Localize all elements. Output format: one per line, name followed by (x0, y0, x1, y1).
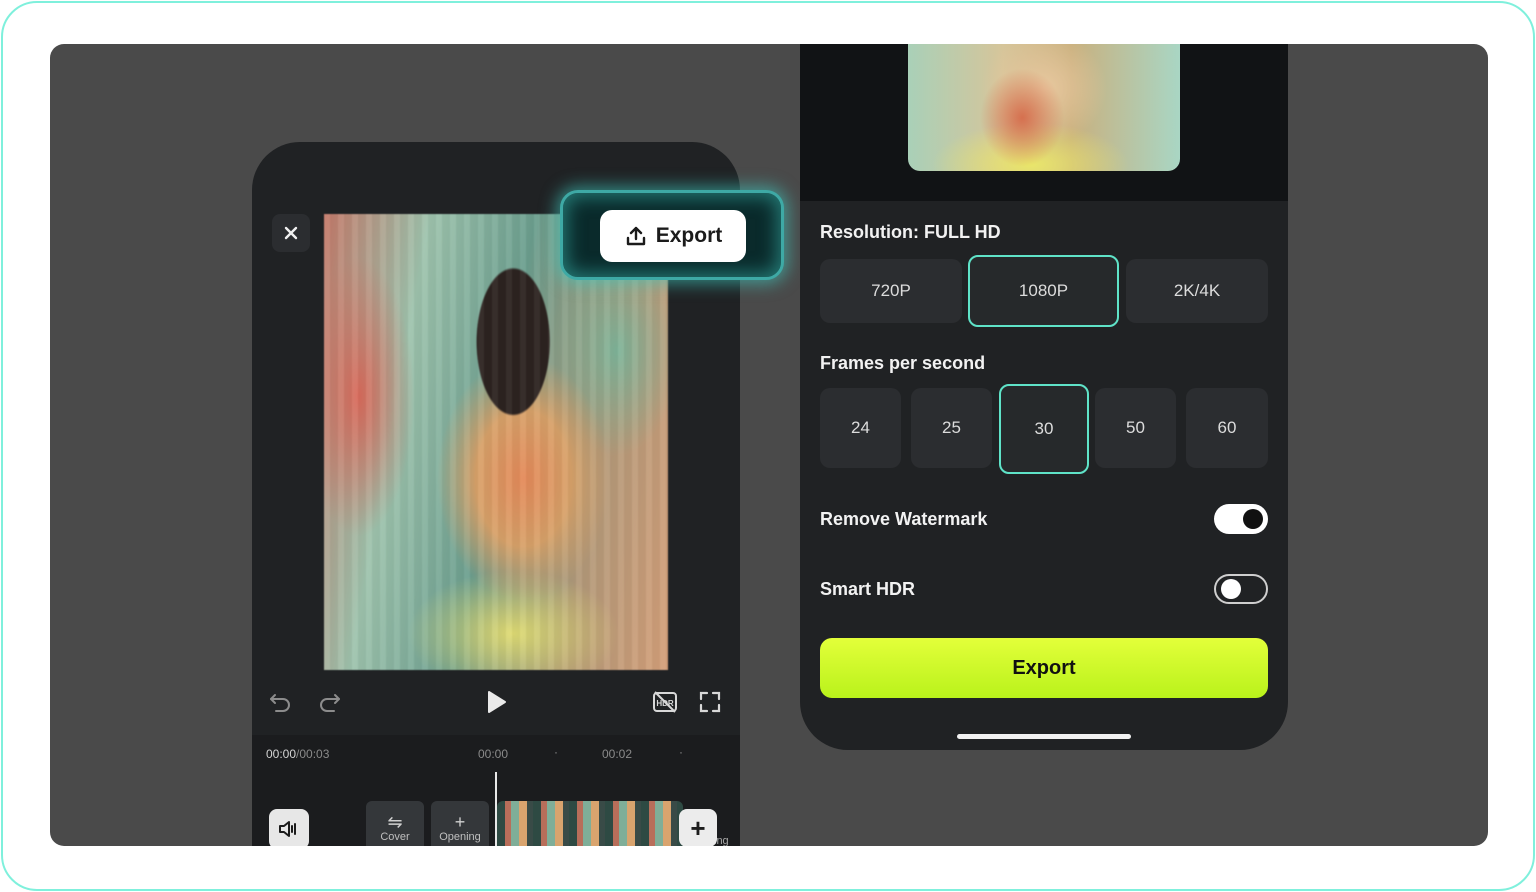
export-button[interactable]: Export (600, 210, 746, 262)
toggle-knob (1221, 579, 1241, 599)
fullscreen-button[interactable] (696, 684, 724, 720)
toggle-knob (1243, 509, 1263, 529)
fullscreen-icon (699, 691, 721, 713)
video-clip[interactable] (497, 801, 683, 846)
add-icon: + (690, 812, 706, 843)
preview-area (800, 44, 1288, 201)
resolution-option-1080p[interactable]: 1080P (968, 255, 1119, 327)
add-clip-button[interactable]: + (679, 809, 717, 846)
timeline: 00:00/00:03 00:00 · 00:02 · ⇋ Cover + Op… (252, 735, 740, 846)
play-icon (488, 691, 506, 713)
timeline-dot: · (679, 745, 683, 759)
timeline-marker: 00:00 (478, 747, 509, 761)
fps-option-30[interactable]: 30 (999, 384, 1089, 474)
speaker-icon (279, 821, 296, 837)
timecode: 00:00/00:03 (266, 747, 329, 761)
hdr-toggle-button[interactable]: HDR (650, 684, 680, 720)
undo-button[interactable] (266, 684, 294, 720)
playback-controls: HDR (252, 684, 740, 724)
opening-label: Opening (439, 831, 481, 843)
fps-option-24[interactable]: 24 (820, 388, 901, 468)
home-indicator (957, 734, 1131, 739)
opening-track[interactable]: + Opening (431, 801, 489, 846)
swap-icon: ⇋ (387, 812, 403, 832)
export-preview-thumbnail (908, 44, 1180, 171)
hdr-off-icon: HDR (653, 691, 677, 713)
redo-icon (320, 694, 340, 712)
export-button-label: Export (655, 224, 723, 247)
play-button[interactable] (482, 684, 510, 720)
timeline-dot: · (554, 745, 558, 759)
undo-icon (270, 694, 290, 712)
plus-icon: + (454, 812, 466, 832)
close-button[interactable] (272, 214, 310, 252)
resolution-option-2k4k[interactable]: 2K/4K (1126, 259, 1268, 323)
remove-watermark-label: Remove Watermark (820, 509, 988, 529)
fps-option-60[interactable]: 60 (1186, 388, 1268, 468)
video-preview[interactable] (324, 214, 668, 670)
total-time: /00:03 (296, 747, 330, 761)
cover-label: Cover (380, 831, 410, 843)
resolution-label: Resolution: FULL HD (820, 222, 1001, 242)
redo-button[interactable] (316, 684, 344, 720)
smart-hdr-toggle[interactable] (1214, 574, 1268, 604)
resolution-option-720p[interactable]: 720P (820, 259, 962, 323)
export-confirm-button[interactable]: Export (820, 638, 1268, 698)
fps-label: Frames per second (820, 353, 986, 373)
mute-button[interactable] (269, 809, 309, 846)
playhead[interactable] (495, 772, 497, 846)
remove-watermark-toggle[interactable] (1214, 504, 1268, 534)
stage-backdrop: Export HDR 00:00/00:03 00:00 · 00:02 · ⇋… (50, 44, 1488, 846)
fps-option-25[interactable]: 25 (911, 388, 992, 468)
timeline-marker: 00:02 (602, 747, 633, 761)
cover-track[interactable]: ⇋ Cover (366, 801, 424, 846)
current-time: 00:00 (266, 747, 297, 761)
upload-icon (626, 226, 645, 246)
export-settings-panel: Resolution: FULL HD 720P 1080P 2K/4K Fra… (800, 44, 1288, 750)
fps-option-50[interactable]: 50 (1095, 388, 1176, 468)
close-icon (284, 226, 298, 240)
smart-hdr-label: Smart HDR (820, 579, 916, 599)
